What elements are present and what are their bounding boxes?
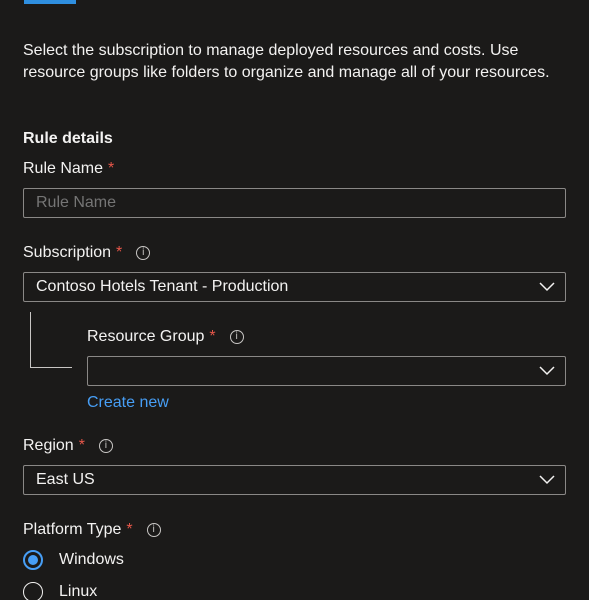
info-icon[interactable]: i [229,330,244,344]
section-title-rule-details: Rule details [23,130,113,147]
region-label: Region * i [23,437,113,455]
resource-group-label-text: Resource Group [87,328,205,345]
required-marker: * [108,160,115,177]
radio-label-linux: Linux [59,583,98,600]
chevron-down-icon [539,366,555,376]
platform-type-label-text: Platform Type [23,521,122,538]
radio-unchecked-icon[interactable] [23,582,43,600]
create-new-resource-group-link[interactable]: Create new [87,394,169,412]
info-icon[interactable]: i [136,246,151,260]
resource-group-label: Resource Group * i [87,328,244,346]
rule-name-label: Rule Name * [23,160,114,178]
required-marker: * [209,328,216,345]
info-icon[interactable]: i [146,523,161,537]
subscription-dropdown[interactable]: Contoso Hotels Tenant - Production [23,272,566,302]
region-label-text: Region [23,437,74,454]
resource-group-dropdown[interactable] [87,356,566,386]
region-dropdown[interactable]: East US [23,465,566,495]
rule-name-input[interactable] [23,188,566,218]
chevron-down-icon [539,282,555,292]
subscription-label-text: Subscription [23,244,112,261]
radio-option-linux[interactable]: Linux [23,582,97,600]
radio-label-windows: Windows [59,551,124,568]
intro-description: Select the subscription to manage deploy… [23,42,550,81]
platform-type-label: Platform Type * i [23,521,161,539]
info-icon[interactable]: i [98,439,113,453]
subscription-selected-value: Contoso Hotels Tenant - Production [36,278,289,295]
required-marker: * [116,244,123,261]
radio-dot [28,555,38,565]
required-marker: * [78,437,85,454]
tree-connector [30,312,72,368]
required-marker: * [126,521,133,538]
rule-name-label-text: Rule Name [23,160,104,177]
region-selected-value: East US [36,471,95,488]
active-tab-indicator [24,0,76,4]
radio-checked-icon[interactable] [23,550,43,570]
chevron-down-icon [539,475,555,485]
subscription-label: Subscription * i [23,244,151,262]
radio-option-windows[interactable]: Windows [23,550,124,570]
